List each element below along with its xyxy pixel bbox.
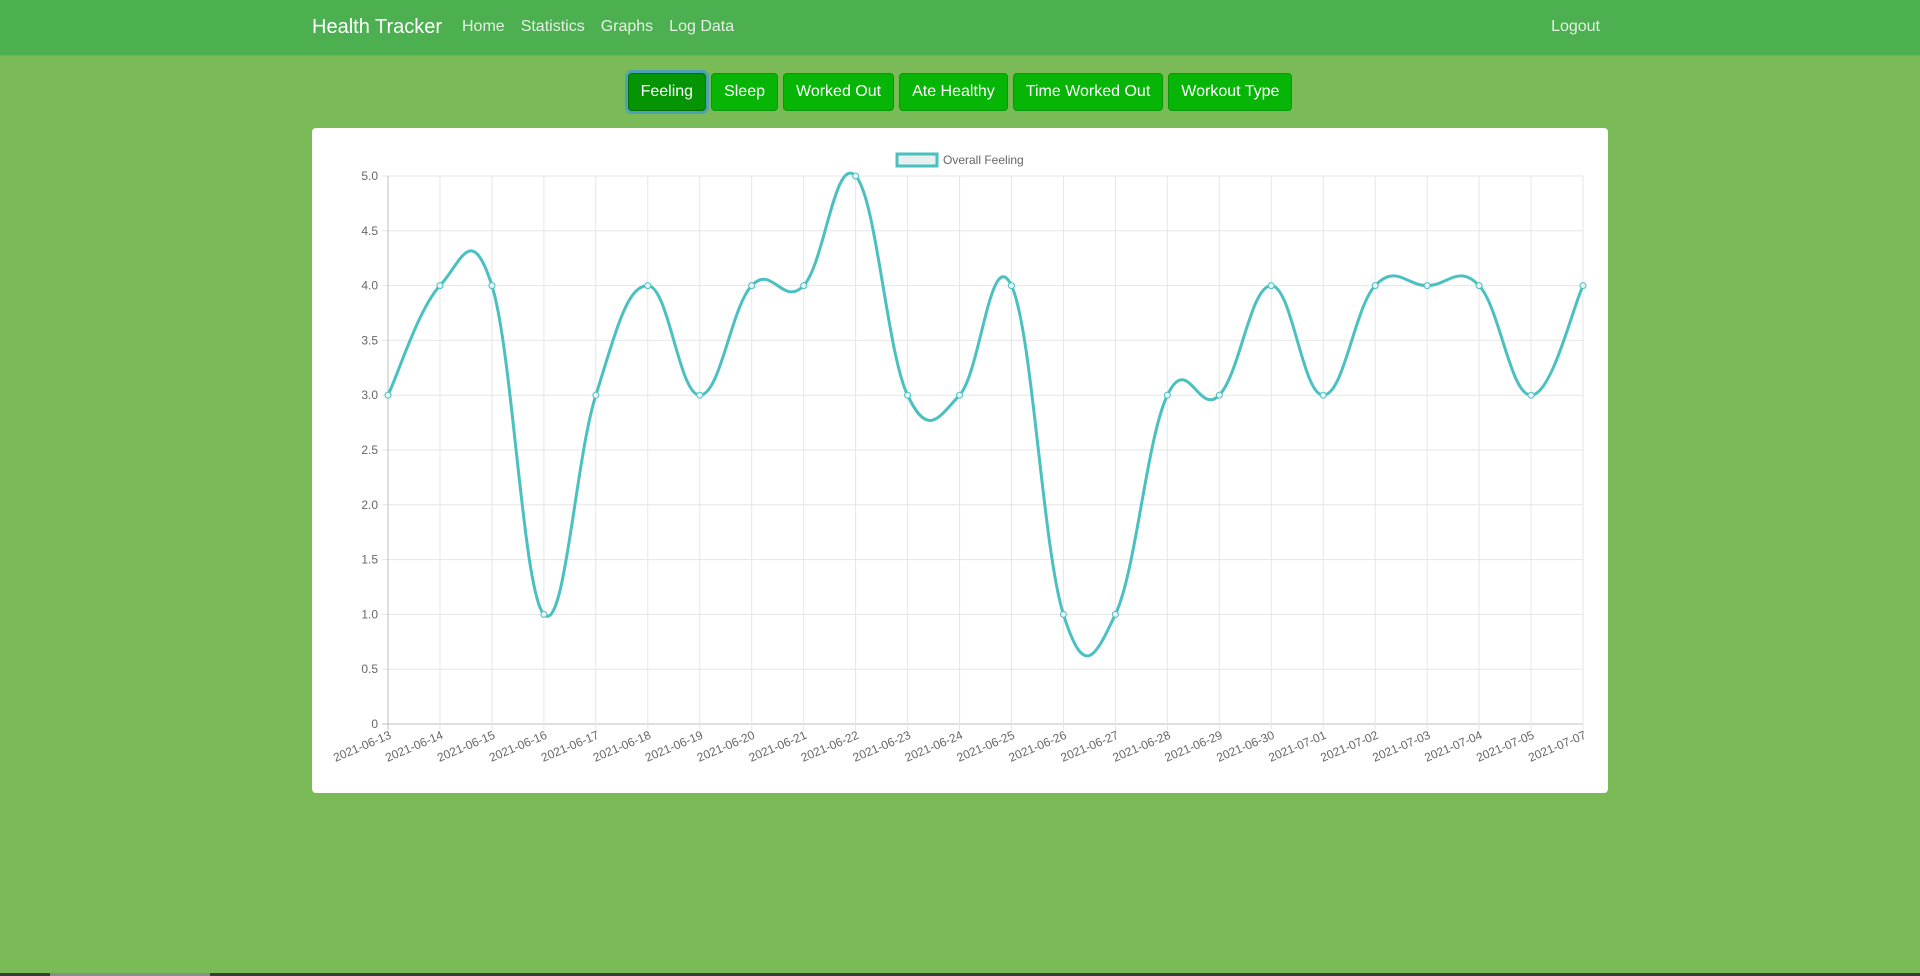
y-tick-label: 1.0 bbox=[361, 607, 378, 621]
y-tick-label: 2.0 bbox=[361, 498, 378, 512]
data-point bbox=[1423, 282, 1431, 290]
data-point bbox=[1475, 282, 1483, 290]
x-tick-label: 2021-06-27 bbox=[1059, 728, 1121, 765]
nav-link-home[interactable]: Home bbox=[462, 17, 505, 37]
x-tick-label: 2021-06-13 bbox=[331, 728, 393, 765]
data-point bbox=[592, 391, 600, 399]
nav-link-statistics[interactable]: Statistics bbox=[521, 17, 585, 37]
data-point bbox=[1579, 282, 1587, 290]
time-worked-out-button[interactable]: Time Worked Out bbox=[1012, 73, 1164, 111]
x-tick-label: 2021-06-26 bbox=[1007, 728, 1069, 765]
nav-link-log-data[interactable]: Log Data bbox=[669, 17, 734, 37]
y-tick-label: 4.5 bbox=[361, 224, 378, 238]
nav-links: Home Statistics Graphs Log Data bbox=[462, 17, 750, 37]
y-tick-label: 3.5 bbox=[361, 333, 378, 347]
data-point bbox=[384, 391, 392, 399]
x-tick-label: 2021-07-07 bbox=[1526, 728, 1588, 765]
data-point bbox=[644, 282, 652, 290]
feeling-button[interactable]: Feeling bbox=[627, 73, 707, 111]
x-tick-label: 2021-06-25 bbox=[955, 728, 1017, 765]
data-point bbox=[696, 391, 704, 399]
y-tick-label: 1.5 bbox=[361, 553, 378, 567]
y-tick-label: 3.0 bbox=[361, 388, 378, 402]
brand-link[interactable]: Health Tracker bbox=[312, 15, 442, 39]
data-point bbox=[1111, 610, 1119, 618]
legend-label: Overall Feeling bbox=[943, 153, 1024, 167]
data-point bbox=[956, 391, 964, 399]
data-point bbox=[748, 282, 756, 290]
data-point bbox=[436, 282, 444, 290]
x-tick-label: 2021-06-28 bbox=[1111, 728, 1173, 765]
x-tick-label: 2021-06-18 bbox=[591, 728, 653, 765]
x-tick-label: 2021-06-22 bbox=[799, 728, 861, 765]
data-point bbox=[1267, 282, 1275, 290]
workout-type-button[interactable]: Workout Type bbox=[1168, 73, 1293, 111]
x-tick-label: 2021-06-15 bbox=[435, 728, 497, 765]
x-tick-label: 2021-06-19 bbox=[643, 728, 705, 765]
data-point bbox=[1163, 391, 1171, 399]
data-point bbox=[1059, 610, 1067, 618]
logout-link[interactable]: Logout bbox=[1551, 17, 1600, 37]
sleep-button[interactable]: Sleep bbox=[711, 73, 778, 111]
ate-healthy-button[interactable]: Ate Healthy bbox=[899, 73, 1008, 111]
chart-card: 0 0.5 1.0 1.5 2.0 2.5 3.0 3.5 4.0 4.5 5.0 2021-06-1… bbox=[312, 128, 1608, 793]
data-point bbox=[1371, 282, 1379, 290]
data-point bbox=[904, 391, 912, 399]
data-point bbox=[1319, 391, 1327, 399]
data-point bbox=[1215, 391, 1223, 399]
x-tick-label: 2021-06-17 bbox=[539, 728, 601, 765]
graph-type-buttons: Feeling Sleep Worked Out Ate Healthy Tim… bbox=[0, 73, 1920, 111]
x-tick-label: 2021-06-24 bbox=[903, 728, 965, 765]
x-tick-label: 2021-06-29 bbox=[1162, 728, 1224, 765]
x-tick-label: 2021-06-20 bbox=[695, 728, 757, 765]
data-point bbox=[1007, 282, 1015, 290]
x-tick-label: 2021-06-23 bbox=[851, 728, 913, 765]
x-tick-label: 2021-06-21 bbox=[747, 728, 809, 765]
series-line-overall-feeling bbox=[386, 171, 1585, 658]
worked-out-button[interactable]: Worked Out bbox=[783, 73, 895, 111]
x-tick-label: 2021-07-02 bbox=[1318, 728, 1380, 765]
x-tick-label: 2021-06-14 bbox=[383, 728, 445, 765]
x-tick-label: 2021-07-05 bbox=[1474, 728, 1536, 765]
y-tick-label: 2.5 bbox=[361, 443, 378, 457]
nav-link-graphs[interactable]: Graphs bbox=[601, 17, 653, 37]
y-tick-label: 4.0 bbox=[361, 279, 378, 293]
y-tick-label: 0 bbox=[371, 717, 378, 731]
x-tick-label: 2021-07-01 bbox=[1266, 728, 1328, 765]
data-point bbox=[1527, 391, 1535, 399]
x-tick-label: 2021-07-04 bbox=[1422, 728, 1484, 765]
y-tick-label: 5.0 bbox=[361, 169, 378, 183]
data-point bbox=[540, 610, 548, 618]
x-tick-label: 2021-06-16 bbox=[487, 728, 549, 765]
data-point bbox=[800, 282, 808, 290]
navbar: Health Tracker Home Statistics Graphs Lo… bbox=[0, 0, 1920, 55]
data-point bbox=[488, 282, 496, 290]
x-tick-label: 2021-07-03 bbox=[1370, 728, 1432, 765]
legend-swatch bbox=[895, 152, 939, 168]
x-tick-label: 2021-06-30 bbox=[1214, 728, 1276, 765]
feeling-line-chart: 0 0.5 1.0 1.5 2.0 2.5 3.0 3.5 4.0 4.5 5.0 2021-06-1… bbox=[331, 152, 1588, 765]
y-tick-label: 0.5 bbox=[361, 662, 378, 676]
data-point bbox=[852, 172, 860, 180]
